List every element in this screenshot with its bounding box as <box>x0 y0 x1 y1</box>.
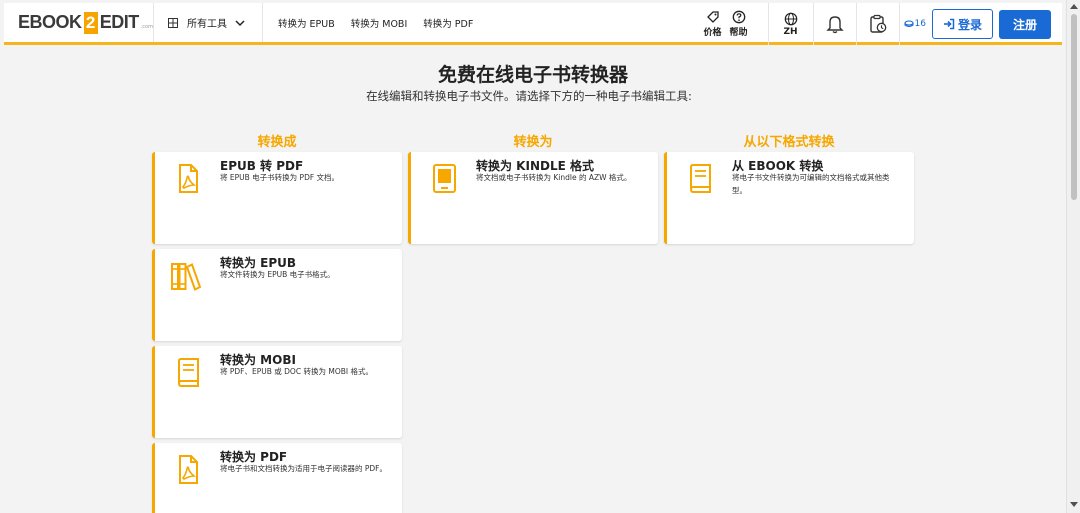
divider <box>898 3 900 45</box>
notifications-button[interactable] <box>814 3 856 45</box>
pdf-file-icon <box>179 455 198 484</box>
vertical-scrollbar[interactable] <box>1066 0 1080 513</box>
card-description: 将电子书和文档转换为适用于电子阅读器的 PDF。 <box>220 464 387 473</box>
tool-card-to-pdf[interactable]: 转换为 PDF 将电子书和文档转换为适用于电子阅读器的 PDF。 <box>152 443 402 513</box>
nav-link-to-pdf[interactable]: 转换为 PDF <box>423 16 473 30</box>
credits-count: 16 <box>914 19 926 29</box>
nav-link-to-epub[interactable]: 转换为 EPUB <box>278 16 335 30</box>
clipboard-clock-icon <box>869 14 886 33</box>
help-link[interactable]: 帮助 <box>730 10 748 38</box>
scroll-down-arrow-icon[interactable] <box>1070 502 1078 507</box>
tool-card-to-kindle[interactable]: 转换为 KINDLE 格式 将文档或电子书转换为 Kindle 的 AZW 格式… <box>408 152 658 244</box>
page-subtitle: 在线编辑和转换电子书文件。请选择下方的一种电子书编辑工具: <box>366 89 692 103</box>
help-label: 帮助 <box>729 28 748 38</box>
tool-card-to-mobi[interactable]: 转换为 MOBI 将 PDF、EPUB 或 DOC 转换为 MOBI 格式。 <box>152 346 402 438</box>
books-shelf-icon <box>171 263 202 291</box>
language-selector[interactable]: ZH <box>769 12 813 37</box>
login-button[interactable]: 登录 <box>932 9 993 39</box>
nav-link-to-mobi[interactable]: 转换为 MOBI <box>351 16 408 30</box>
book-icon <box>178 358 199 387</box>
grid-icon <box>168 17 178 28</box>
tool-card-to-epub[interactable]: 转换为 EPUB 将文件转换为 EPUB 电子书格式。 <box>152 249 402 341</box>
history-button[interactable] <box>857 3 899 45</box>
card-description: 将文档或电子书转换为 Kindle 的 AZW 格式。 <box>476 173 632 182</box>
ereader-icon <box>433 164 456 193</box>
chevron-down-icon <box>235 19 245 26</box>
card-description: 将 EPUB 电子书转换为 PDF 文档。 <box>220 173 340 182</box>
language-label: ZH <box>783 26 798 37</box>
logo-domain: .com <box>140 24 153 30</box>
column-heading-convert-from: 从以下格式转换 <box>743 135 835 150</box>
logo-number-2: 2 <box>83 11 98 34</box>
header-actions: 价格 帮助 ZH 16 登录 注册 <box>704 3 1062 45</box>
tool-card-epub-to-pdf[interactable]: EPUB 转 PDF 将 EPUB 电子书转换为 PDF 文档。 <box>152 152 402 244</box>
credits-counter[interactable]: 16 <box>903 19 926 29</box>
price-label: 价格 <box>703 28 722 38</box>
site-logo[interactable]: EBOOK 2 EDIT .com <box>4 3 154 42</box>
top-header: EBOOK 2 EDIT .com 所有工具 转换为 EPUB 转换为 MOBI… <box>4 3 1062 45</box>
scroll-up-arrow-icon[interactable] <box>1070 4 1078 9</box>
globe-icon <box>784 12 797 25</box>
logo-text-ebook: EBOOK <box>18 12 82 32</box>
card-description: 将电子书文件转换为可编辑的文档格式或其他类型。 <box>732 173 890 195</box>
signup-button[interactable]: 注册 <box>999 9 1051 39</box>
card-description: 将文件转换为 EPUB 电子书格式。 <box>220 270 335 279</box>
logo-text-edit: EDIT <box>99 12 140 32</box>
column-heading-convert-as: 转换为 <box>513 135 553 150</box>
tag-icon <box>706 11 719 23</box>
card-description: 将 PDF、EPUB 或 DOC 转换为 MOBI 格式。 <box>220 367 373 376</box>
help-icon <box>732 10 745 24</box>
page-title: 免费在线电子书转换器 <box>437 64 628 86</box>
scrollbar-thumb[interactable] <box>1071 14 1077 200</box>
login-label: 登录 <box>957 17 982 32</box>
main-nav: 转换为 EPUB 转换为 MOBI 转换为 PDF <box>263 3 473 42</box>
login-icon <box>943 18 955 30</box>
all-tools-label: 所有工具 <box>187 19 227 30</box>
column-heading-convert-to: 转换成 <box>257 135 297 150</box>
tool-card-from-ebook[interactable]: 从 EBOOK 转换 将电子书文件转换为可编辑的文档格式或其他类型。 <box>664 152 914 244</box>
book-icon <box>690 164 711 193</box>
coins-icon <box>903 20 914 28</box>
pdf-file-icon <box>179 164 198 193</box>
price-link[interactable]: 价格 <box>704 10 722 38</box>
bell-icon <box>825 16 844 34</box>
signup-label: 注册 <box>1012 17 1037 32</box>
all-tools-menu[interactable]: 所有工具 <box>154 3 263 42</box>
